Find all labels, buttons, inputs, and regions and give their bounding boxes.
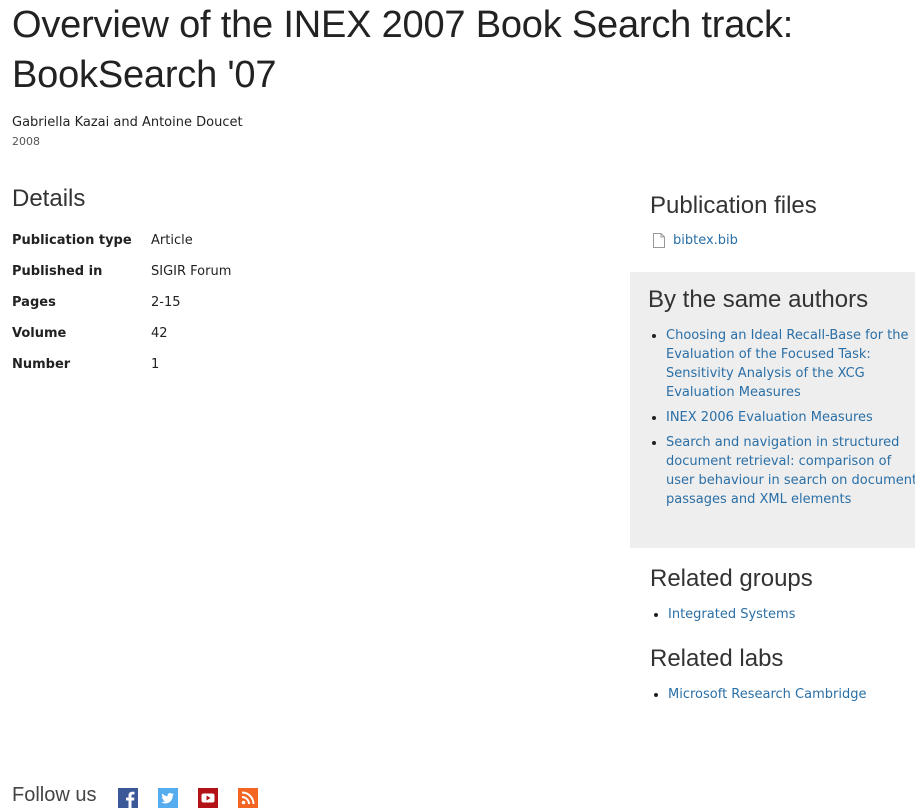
details-value: SIGIR Forum <box>151 264 232 279</box>
list-item: Integrated Systems <box>668 605 795 625</box>
rss-icon[interactable] <box>238 788 259 808</box>
related-labs-heading: Related labs <box>650 645 784 672</box>
list-item: INEX 2006 Evaluation Measures <box>666 408 915 427</box>
related-lab-link[interactable]: Microsoft Research Cambridge <box>668 687 866 702</box>
details-label: Published in <box>12 264 103 279</box>
same-author-link[interactable]: INEX 2006 Evaluation Measures <box>666 410 873 425</box>
details-label: Publication type <box>12 233 132 248</box>
details-row-published-in: Published in SIGIR Forum <box>12 260 612 291</box>
youtube-icon[interactable] <box>198 788 219 808</box>
same-authors-list: Choosing an Ideal Recall-Base for the Ev… <box>648 326 915 515</box>
file-icon <box>653 233 665 248</box>
details-row-publication-type: Publication type Article <box>12 229 612 260</box>
related-group-link[interactable]: Integrated Systems <box>668 607 795 622</box>
list-item: Choosing an Ideal Recall-Base for the Ev… <box>666 326 915 402</box>
list-item: Search and navigation in structured docu… <box>666 433 915 509</box>
twitter-icon[interactable] <box>158 788 179 808</box>
publication-year: 2008 <box>12 135 40 148</box>
related-groups-heading: Related groups <box>650 565 813 592</box>
details-heading: Details <box>12 185 86 212</box>
details-table: Publication type Article Published in SI… <box>12 229 612 384</box>
same-author-link[interactable]: Search and navigation in structured docu… <box>666 435 915 507</box>
follow-us-label: Follow us <box>12 784 97 806</box>
details-label: Pages <box>12 295 56 310</box>
authors: Gabriella Kazai and Antoine Doucet <box>12 115 243 130</box>
bibtex-file-link[interactable]: bibtex.bib <box>673 233 738 248</box>
details-row-number: Number 1 <box>12 353 612 384</box>
details-value: 2-15 <box>151 295 181 310</box>
related-labs-list: Microsoft Research Cambridge <box>650 685 866 705</box>
facebook-icon[interactable] <box>118 788 139 808</box>
publication-files-heading: Publication files <box>650 192 817 219</box>
details-row-pages: Pages 2-15 <box>12 291 612 322</box>
list-item: Microsoft Research Cambridge <box>668 685 866 705</box>
details-value: Article <box>151 233 193 248</box>
details-row-volume: Volume 42 <box>12 322 612 353</box>
related-groups-list: Integrated Systems <box>650 605 795 625</box>
follow-us-bar: Follow us <box>12 782 278 812</box>
page-title: Overview of the INEX 2007 Book Search tr… <box>12 4 794 96</box>
publication-file-item: bibtex.bib <box>653 233 738 248</box>
same-authors-heading: By the same authors <box>648 286 869 313</box>
details-value: 42 <box>151 326 168 341</box>
details-label: Volume <box>12 326 67 341</box>
details-label: Number <box>12 357 71 372</box>
details-value: 1 <box>151 357 160 372</box>
same-author-link[interactable]: Choosing an Ideal Recall-Base for the Ev… <box>666 328 909 400</box>
